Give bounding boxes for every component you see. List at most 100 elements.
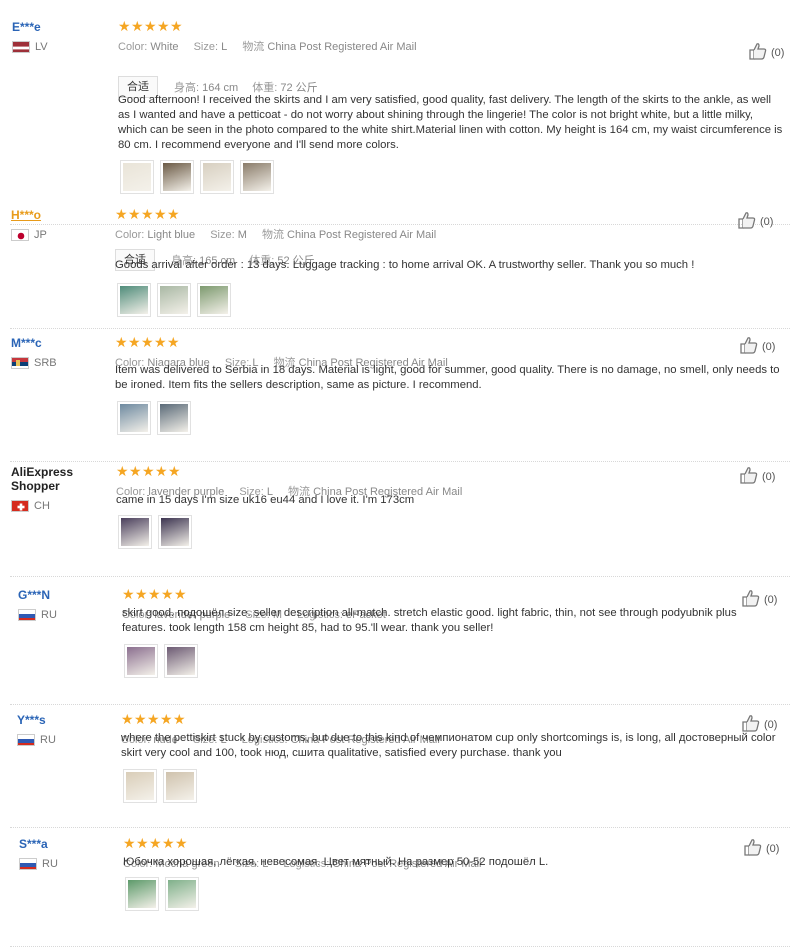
- country-flag-icon: [11, 357, 29, 369]
- helpful-button[interactable]: (0): [741, 589, 777, 610]
- review-photo[interactable]: [165, 877, 199, 911]
- country-flag-icon: [18, 609, 36, 621]
- review-photo[interactable]: [157, 283, 191, 317]
- helpful-count: (0): [771, 46, 785, 59]
- review-photo[interactable]: [158, 515, 192, 549]
- reviewer-info: Y***s RU: [17, 713, 112, 747]
- review-divider: [10, 328, 790, 329]
- star-icon: ★: [131, 18, 144, 34]
- helpful-count: (0): [764, 718, 778, 731]
- helpful-button[interactable]: (0): [748, 42, 784, 63]
- reviewer-info: H***o JP: [11, 208, 106, 242]
- star-rating: ★ ★ ★ ★ ★: [115, 334, 180, 350]
- review-photo[interactable]: [164, 644, 198, 678]
- review-item: S***a RU ★ ★ ★ ★ ★ Color: Mocha green Size: …: [0, 835, 790, 947]
- star-icon: ★: [149, 835, 162, 851]
- helpful-count: (0): [760, 215, 774, 228]
- country-code: SRB: [34, 357, 57, 369]
- thumbs-up-icon: [739, 466, 762, 487]
- review-photo[interactable]: [160, 160, 194, 194]
- review-text: Юбочка хорошая, лёгкая, невесомая. Цвет …: [123, 856, 549, 868]
- country-code: RU: [42, 858, 58, 870]
- review-text: came in 15 days I'm size uk16 eu44 and I…: [116, 494, 415, 506]
- country-flag-icon: [12, 41, 30, 53]
- helpful-count: (0): [766, 842, 780, 855]
- reviewer-name[interactable]: AliExpress Shopper: [11, 465, 106, 493]
- review-text: skirt good. подошёл size. seller descrip…: [122, 607, 737, 634]
- review-photos: [117, 283, 237, 317]
- review-photos: [124, 644, 204, 678]
- review-text: Goods arrival after order : 13 days. Lug…: [115, 259, 695, 271]
- helpful-button[interactable]: (0): [743, 838, 779, 859]
- star-icon: ★: [121, 711, 134, 727]
- review-text: Item was delivered to Serbia in 18 days.…: [115, 364, 780, 391]
- review-photo[interactable]: [117, 283, 151, 317]
- star-icon: ★: [141, 334, 154, 350]
- review-photo[interactable]: [240, 160, 274, 194]
- review-photo[interactable]: [118, 515, 152, 549]
- thumbs-up-icon: [739, 336, 762, 357]
- review-photo[interactable]: [200, 160, 234, 194]
- reviewer-info: M***c SRB: [11, 336, 106, 370]
- thumbs-up-icon: [743, 838, 766, 859]
- star-icon: ★: [161, 586, 174, 602]
- review-photo[interactable]: [117, 401, 151, 435]
- helpful-button[interactable]: (0): [741, 714, 777, 735]
- review-photo[interactable]: [157, 401, 191, 435]
- star-icon: ★: [123, 835, 136, 851]
- star-icon: ★: [167, 334, 180, 350]
- review-photo[interactable]: [125, 877, 159, 911]
- review-photos: [125, 877, 205, 911]
- star-icon: ★: [116, 463, 129, 479]
- reviewer-country: JP: [11, 228, 106, 242]
- review-photo[interactable]: [123, 769, 157, 803]
- review-photo[interactable]: [163, 769, 197, 803]
- star-icon: ★: [142, 463, 155, 479]
- reviewer-name[interactable]: M***c: [11, 336, 106, 350]
- star-rating: ★ ★ ★ ★ ★: [121, 711, 186, 727]
- star-rating: ★ ★ ★ ★ ★: [118, 18, 183, 34]
- review-divider: [10, 704, 790, 705]
- helpful-count: (0): [762, 340, 776, 353]
- star-icon: ★: [155, 463, 168, 479]
- review-photo[interactable]: [124, 644, 158, 678]
- helpful-button[interactable]: (0): [739, 466, 775, 487]
- review-item: G***N RU ★ ★ ★ ★ ★ Color: lavender purple Si…: [0, 586, 790, 705]
- star-icon: ★: [167, 206, 180, 222]
- star-icon: ★: [168, 463, 181, 479]
- helpful-button[interactable]: (0): [737, 211, 773, 232]
- star-rating: ★ ★ ★ ★ ★: [116, 463, 181, 479]
- reviewer-name[interactable]: E***e: [12, 20, 107, 34]
- review-item: AliExpress Shopper CH ★ ★ ★ ★ ★ Color: laven…: [0, 463, 790, 577]
- reviewer-name[interactable]: S***a: [19, 837, 114, 851]
- thumbs-up-icon: [741, 589, 764, 610]
- helpful-button[interactable]: (0): [739, 336, 775, 357]
- star-rating: ★ ★ ★ ★ ★: [123, 835, 188, 851]
- review-text: Good afternoon! I received the skirts an…: [118, 94, 783, 151]
- reviewer-name[interactable]: G***N: [18, 588, 113, 602]
- star-icon: ★: [157, 18, 170, 34]
- star-icon: ★: [147, 711, 160, 727]
- star-icon: ★: [115, 334, 128, 350]
- reviewer-name[interactable]: H***o: [11, 208, 106, 222]
- helpful-count: (0): [764, 593, 778, 606]
- reviewer-name[interactable]: Y***s: [17, 713, 112, 727]
- country-flag-icon: [11, 229, 29, 241]
- star-rating: ★ ★ ★ ★ ★: [122, 586, 187, 602]
- review-item: E***e LV ★ ★ ★ ★ ★ Color: White Size: L 物流 C…: [0, 18, 790, 225]
- review-photo[interactable]: [120, 160, 154, 194]
- logistics-value: China Post Registered Air Mail: [287, 229, 437, 241]
- reviewer-info: G***N RU: [18, 588, 113, 622]
- order-attributes: Color: White Size: L 物流 China Post Regis…: [118, 41, 417, 53]
- star-icon: ★: [129, 463, 142, 479]
- country-code: LV: [35, 41, 48, 53]
- size-value: M: [237, 229, 247, 241]
- thumbs-up-icon: [748, 42, 771, 63]
- review-photos: [120, 160, 280, 194]
- review-divider: [10, 461, 790, 462]
- reviewer-country: CH: [11, 499, 106, 513]
- review-photo[interactable]: [197, 283, 231, 317]
- star-icon: ★: [135, 586, 148, 602]
- review-divider: [10, 576, 790, 577]
- reviewer-info: AliExpress Shopper CH: [11, 465, 106, 513]
